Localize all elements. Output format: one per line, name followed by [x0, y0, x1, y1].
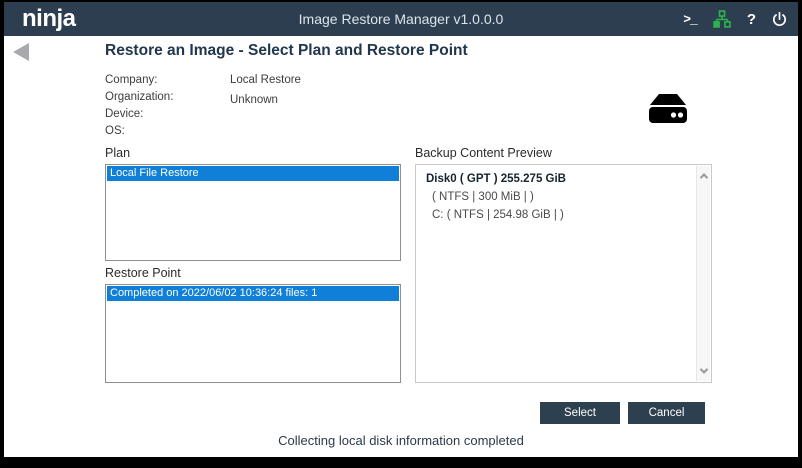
chevron-down-icon [700, 365, 708, 373]
restore-point-label: Restore Point [105, 266, 181, 280]
preview-volume-line: C: ( NTFS | 254.98 GiB | ) [432, 209, 711, 221]
titlebar-actions: >_ ? [683, 2, 788, 36]
network-icon[interactable] [712, 9, 732, 29]
page-title: Restore an Image - Select Plan and Resto… [105, 42, 468, 60]
back-button[interactable] [13, 43, 35, 63]
help-icon[interactable]: ? [747, 11, 756, 28]
device-info-block: Company: Local Restore Organization: Unk… [105, 74, 301, 137]
plan-list-item[interactable]: Local File Restore [107, 166, 399, 181]
window-title: Image Restore Manager v1.0.0.0 [4, 2, 798, 36]
select-button[interactable]: Select [540, 402, 620, 424]
status-text: Collecting local disk information comple… [4, 433, 798, 448]
app-window: ninja Image Restore Manager v1.0.0.0 >_ … [0, 0, 802, 468]
hard-drive-icon [644, 87, 692, 135]
cancel-button[interactable]: Cancel [628, 402, 705, 424]
info-value-device [230, 108, 301, 120]
info-label-organization: Organization: [105, 91, 230, 103]
preview-disk-line: Disk0 ( GPT ) 255.275 GiB [426, 173, 711, 185]
info-label-os: OS: [105, 125, 230, 137]
info-label-device: Device: [105, 108, 230, 120]
plan-label: Plan [105, 146, 130, 160]
power-icon[interactable] [771, 11, 788, 28]
preview-scrollbar[interactable] [696, 166, 710, 381]
info-value-company: Local Restore [230, 74, 301, 86]
preview-partition-line: ( NTFS | 300 MiB | ) [432, 191, 711, 203]
restore-point-list-item[interactable]: Completed on 2022/06/02 10:36:24 files: … [107, 286, 399, 301]
titlebar: ninja Image Restore Manager v1.0.0.0 >_ … [4, 2, 798, 36]
info-value-os [230, 125, 301, 137]
plan-listbox[interactable]: Local File Restore [105, 164, 401, 261]
restore-point-listbox[interactable]: Completed on 2022/06/02 10:36:24 files: … [105, 284, 401, 383]
chevron-up-icon [700, 173, 708, 181]
back-arrow-icon [13, 43, 29, 61]
backup-preview-label: Backup Content Preview [415, 146, 552, 160]
scroll-up-button[interactable] [697, 168, 711, 184]
backup-preview-panel[interactable]: Disk0 ( GPT ) 255.275 GiB ( NTFS | 300 M… [415, 164, 712, 383]
terminal-icon[interactable]: >_ [683, 12, 697, 27]
info-label-company: Company: [105, 74, 230, 86]
info-value-organization: Unknown [230, 94, 301, 106]
scroll-down-button[interactable] [697, 363, 711, 379]
